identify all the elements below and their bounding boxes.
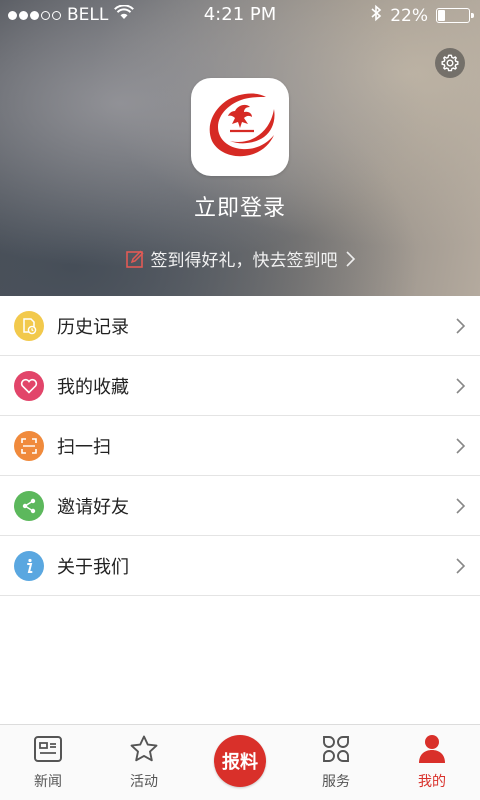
gear-icon xyxy=(441,54,459,72)
checkin-text: 签到得好礼，快去签到吧 xyxy=(150,251,338,271)
chevron-right-icon xyxy=(456,438,466,454)
user-icon xyxy=(417,733,447,765)
news-icon xyxy=(33,733,63,765)
history-icon xyxy=(14,310,44,341)
battery-icon xyxy=(436,8,474,23)
battery-percent: 22% xyxy=(390,5,428,26)
chevron-right-icon xyxy=(456,498,466,514)
settings-button[interactable] xyxy=(435,48,465,78)
tab-services[interactable]: 服务 xyxy=(288,725,384,800)
tab-report[interactable]: 报料 xyxy=(192,725,288,800)
chevron-right-icon xyxy=(456,318,466,334)
menu-item-scan[interactable]: 扫一扫 xyxy=(0,416,480,476)
menu-item-history[interactable]: 历史记录 xyxy=(0,296,480,356)
bottom-tab-bar: 新闻 活动 报料 服务 我的 xyxy=(0,724,480,800)
tab-label-news: 新闻 xyxy=(34,774,62,790)
logo-icon xyxy=(209,93,275,157)
app-logo[interactable] xyxy=(191,78,289,176)
heart-icon xyxy=(14,370,44,401)
chevron-right-icon xyxy=(456,378,466,394)
tab-news[interactable]: 新闻 xyxy=(0,725,96,800)
menu-label-about: 关于我们 xyxy=(57,556,129,578)
tab-mine[interactable]: 我的 xyxy=(384,725,480,800)
chevron-right-icon xyxy=(345,250,355,267)
star-icon xyxy=(129,733,159,765)
menu-list: 历史记录 我的收藏 扫一扫 邀请好友 关于我们 xyxy=(0,296,480,596)
tab-events[interactable]: 活动 xyxy=(96,725,192,800)
menu-label-history: 历史记录 xyxy=(57,316,129,338)
tab-label-mine: 我的 xyxy=(418,774,446,790)
scan-icon xyxy=(14,430,44,461)
menu-label-favorites: 我的收藏 xyxy=(57,376,129,398)
status-bar: BELL 4:21 PM 22% xyxy=(0,0,480,30)
profile-header: BELL 4:21 PM 22% 立即登录 签到得好礼，快去签到吧 xyxy=(0,0,480,296)
edit-icon xyxy=(125,249,144,268)
info-icon xyxy=(14,550,44,581)
login-button[interactable]: 立即登录 xyxy=(0,190,480,222)
grid-icon xyxy=(321,733,351,765)
report-icon: 报料 xyxy=(214,735,266,787)
tab-label-events: 活动 xyxy=(130,774,158,790)
bluetooth-icon xyxy=(370,4,382,27)
tab-label-services: 服务 xyxy=(322,774,350,790)
menu-label-invite: 邀请好友 xyxy=(57,496,129,518)
menu-item-invite[interactable]: 邀请好友 xyxy=(0,476,480,536)
chevron-right-icon xyxy=(456,558,466,574)
checkin-link[interactable]: 签到得好礼，快去签到吧 xyxy=(0,246,480,271)
menu-label-scan: 扫一扫 xyxy=(57,436,111,458)
menu-item-about[interactable]: 关于我们 xyxy=(0,536,480,596)
share-icon xyxy=(14,490,44,521)
menu-item-favorites[interactable]: 我的收藏 xyxy=(0,356,480,416)
